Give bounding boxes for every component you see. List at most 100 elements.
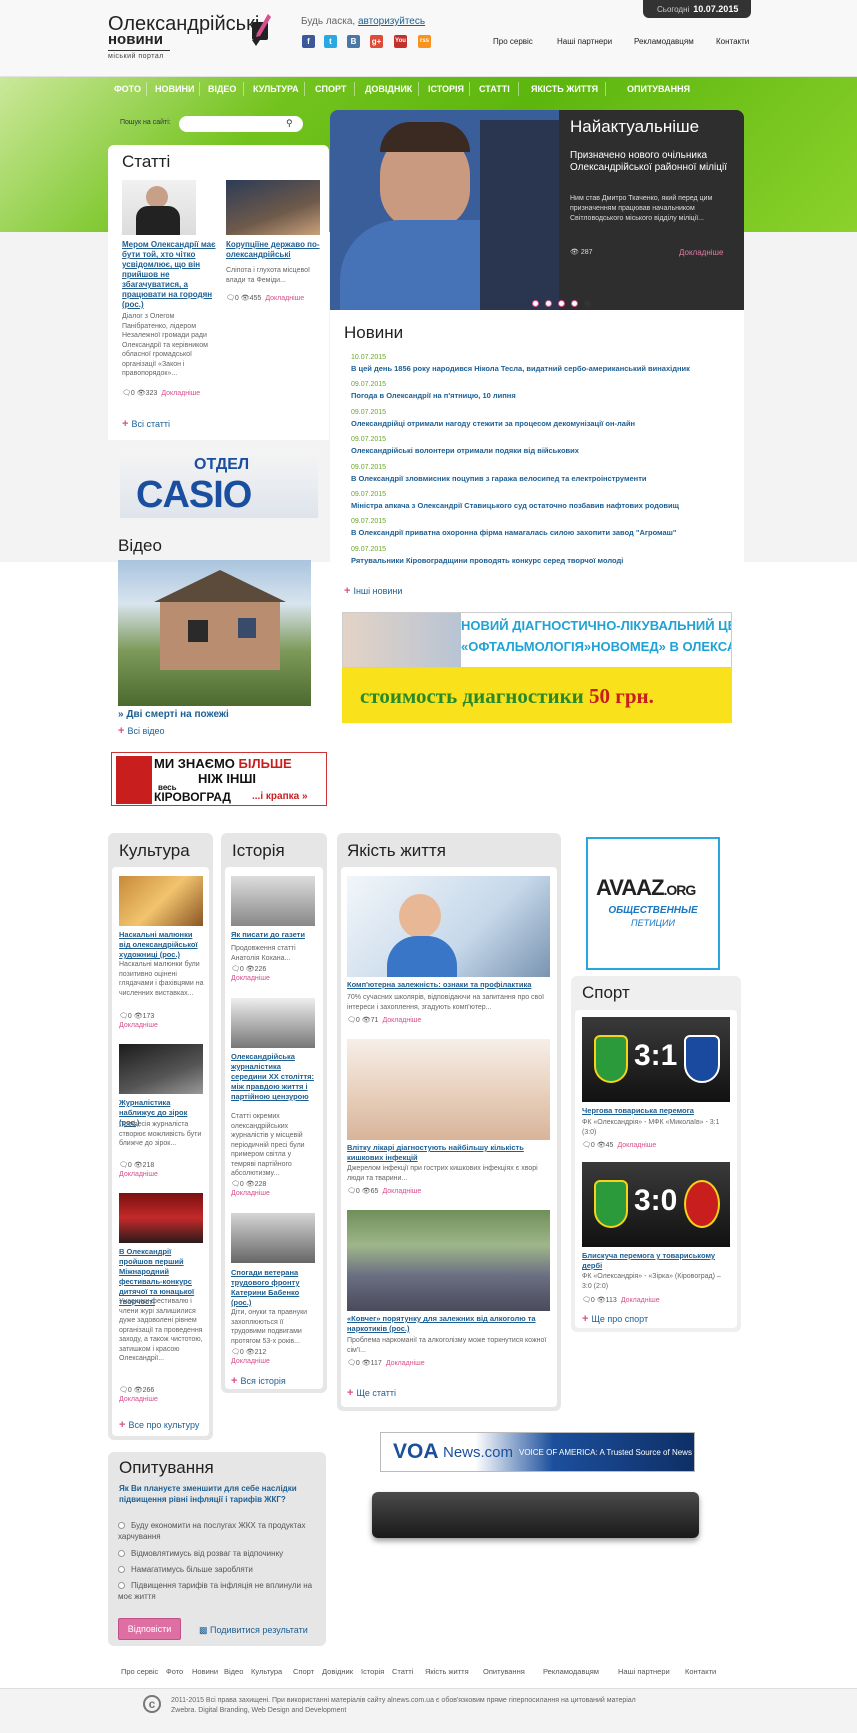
history-image-1[interactable] <box>231 876 315 926</box>
nav-directory[interactable]: ДОВІДНИК <box>365 84 412 94</box>
history-title-2[interactable]: Олександрійська журналістика середини ХХ… <box>231 1052 317 1102</box>
news-item[interactable]: Погода в Олександрії на п'ятницю, 10 лип… <box>351 391 516 400</box>
news-item[interactable]: В Олександрії приватна охоронна фірма на… <box>351 528 676 537</box>
nav-polls[interactable]: ОПИТУВАННЯ <box>627 84 690 94</box>
footer-link[interactable]: Статті <box>392 1667 413 1676</box>
nav-culture[interactable]: КУЛЬТУРА <box>253 84 299 94</box>
poll-option-1[interactable]: Буду економити на послугах ЖКХ та продук… <box>118 1520 318 1542</box>
article-image-1[interactable] <box>122 180 196 235</box>
footer-link[interactable]: Історія <box>361 1667 384 1676</box>
news-item[interactable]: В цей день 1856 року народився Нікола Те… <box>351 364 690 373</box>
news-item[interactable]: В Олександрії зловмисник поцупив з гараж… <box>351 474 647 483</box>
all-culture-link[interactable]: + Все про культуру <box>119 1419 199 1431</box>
quality-title-3[interactable]: «Ковчег» порятунку для залежних від алко… <box>347 1314 552 1334</box>
culture-more-2[interactable]: Докладніше <box>119 1171 158 1178</box>
poll-option-3[interactable]: Намагатимусь більше заробляти <box>118 1564 318 1575</box>
top-link-contacts[interactable]: Контакти <box>716 37 749 46</box>
poll-results-link[interactable]: ▩ Подивитися результати <box>199 1625 308 1636</box>
footer-link[interactable]: Наші партнери <box>618 1667 670 1676</box>
slider-dot-2[interactable] <box>545 300 552 307</box>
radio-icon[interactable] <box>118 1522 125 1530</box>
casio-ad[interactable]: ОТДЕЛ CASIO <box>120 452 318 518</box>
quality-title-1[interactable]: Комп'ютерна залежність: ознаки та профіл… <box>347 980 552 990</box>
search-icon[interactable]: ⚲ <box>286 118 293 129</box>
radio-icon[interactable] <box>118 1550 125 1558</box>
quality-more-2[interactable]: Докладніше <box>382 1188 421 1195</box>
radio-icon[interactable] <box>118 1566 125 1574</box>
video-thumbnail[interactable] <box>118 560 311 706</box>
top-link-advertisers[interactable]: Рекламодавцям <box>634 37 694 46</box>
footer-credits[interactable]: Zwebra. Digital Branding, Web Design and… <box>171 1707 346 1714</box>
decorative-banner[interactable] <box>372 1492 699 1538</box>
all-videos-link[interactable]: + Всі відео <box>118 725 164 737</box>
slider-dot-1[interactable] <box>532 300 539 307</box>
quality-more-3[interactable]: Докладніше <box>386 1360 425 1367</box>
culture-more-1[interactable]: Докладніше <box>119 1022 158 1029</box>
article-more-1[interactable]: Докладніше <box>161 390 200 397</box>
quality-more-1[interactable]: Докладніше <box>382 1017 421 1024</box>
sport-title-1[interactable]: Чергова товариська перемога <box>582 1106 732 1116</box>
ophthalmology-ad[interactable]: НОВИЙ ДІАГНОСТИЧНО-ЛІКУВАЛЬНИЙ ЦЕНТР «ОФ… <box>342 612 732 668</box>
radio-icon[interactable] <box>118 1582 125 1590</box>
search-input[interactable] <box>179 116 303 132</box>
footer-link[interactable]: Контакти <box>685 1667 716 1676</box>
nav-sport[interactable]: СПОРТ <box>315 84 346 94</box>
history-image-2[interactable] <box>231 998 315 1048</box>
footer-link[interactable]: Фото <box>166 1667 183 1676</box>
culture-image-2[interactable] <box>119 1044 203 1094</box>
footer-link[interactable]: Про сервіс <box>121 1667 158 1676</box>
nav-video[interactable]: ВІДЕО <box>208 84 236 94</box>
sport-image-1[interactable]: 3:1 <box>582 1017 730 1102</box>
footer-link[interactable]: Новини <box>192 1667 218 1676</box>
voa-ad[interactable]: VOA News.com VOICE OF AMERICA: A Trusted… <box>380 1432 695 1472</box>
footer-link[interactable]: Якість життя <box>425 1667 469 1676</box>
culture-title-1[interactable]: Наскальні малюнки від олександрійської х… <box>119 930 205 960</box>
facebook-icon[interactable]: f <box>302 35 315 48</box>
history-title-1[interactable]: Як писати до газети <box>231 930 317 940</box>
history-title-3[interactable]: Спогади ветерана трудового фронту Катери… <box>231 1268 317 1308</box>
footer-link[interactable]: Опитування <box>483 1667 525 1676</box>
article-image-2[interactable] <box>226 180 320 235</box>
slider-dot-4[interactable] <box>571 300 578 307</box>
poll-option-2[interactable]: Відмовлятимусь від розваг та відпочинку <box>118 1548 318 1559</box>
footer-link[interactable]: Рекламодавцям <box>543 1667 599 1676</box>
nav-quality-of-life[interactable]: ЯКІСТЬ ЖИТТЯ <box>531 84 598 94</box>
featured-more-link[interactable]: Докладніше <box>679 248 723 257</box>
news-item[interactable]: Міністра апкача з Олександрії Ставицьког… <box>351 501 679 510</box>
google-plus-icon[interactable]: g+ <box>370 35 383 48</box>
article-more-2[interactable]: Докладніше <box>265 295 304 302</box>
history-more-3[interactable]: Докладніше <box>231 1358 270 1365</box>
history-image-3[interactable] <box>231 1213 315 1263</box>
logo-line2[interactable]: новини <box>108 31 163 48</box>
video-caption[interactable]: » Дві смерті на пожежі <box>118 709 229 720</box>
featured-headline[interactable]: Призначено нового очільника Олександрійс… <box>570 150 735 174</box>
other-news-link[interactable]: + Інші новини <box>344 585 402 597</box>
vk-icon[interactable]: B <box>347 35 360 48</box>
nav-news[interactable]: НОВИНИ <box>155 84 194 94</box>
culture-image-3[interactable] <box>119 1193 203 1243</box>
top-link-partners[interactable]: Наші партнери <box>557 37 612 46</box>
slider-dot-5[interactable] <box>584 300 591 307</box>
sport-more-2[interactable]: Докладніше <box>621 1297 660 1304</box>
slider-dot-3[interactable] <box>558 300 565 307</box>
sport-image-2[interactable]: 3:0 <box>582 1162 730 1247</box>
login-link[interactable]: авторизуйтесь <box>358 16 425 27</box>
twitter-icon[interactable]: t <box>324 35 337 48</box>
quality-image-1[interactable] <box>347 876 550 977</box>
top-link-about[interactable]: Про сервіс <box>493 37 533 46</box>
vote-button[interactable]: Відповісти <box>118 1618 181 1640</box>
history-more-1[interactable]: Докладніше <box>231 975 270 982</box>
nav-articles[interactable]: СТАТТІ <box>479 84 510 94</box>
rss-icon[interactable]: rss <box>418 35 431 48</box>
nav-history[interactable]: ІСТОРІЯ <box>428 84 464 94</box>
sport-more-1[interactable]: Докладніше <box>617 1142 656 1149</box>
culture-more-3[interactable]: Докладніше <box>119 1396 158 1403</box>
news-item[interactable]: Олександрійські волонтери отримали подяк… <box>351 446 579 455</box>
youtube-icon[interactable]: You <box>394 35 407 48</box>
article-title-2[interactable]: Корупціїне державо по-олександрійські <box>226 240 322 260</box>
quality-title-2[interactable]: Влітку лікарі діагностують найбільшу кіл… <box>347 1143 552 1163</box>
all-history-link[interactable]: + Вся історія <box>231 1375 286 1387</box>
footer-link[interactable]: Довідник <box>322 1667 353 1676</box>
more-quality-link[interactable]: + Ще статті <box>347 1387 396 1399</box>
footer-link[interactable]: Спорт <box>293 1667 314 1676</box>
